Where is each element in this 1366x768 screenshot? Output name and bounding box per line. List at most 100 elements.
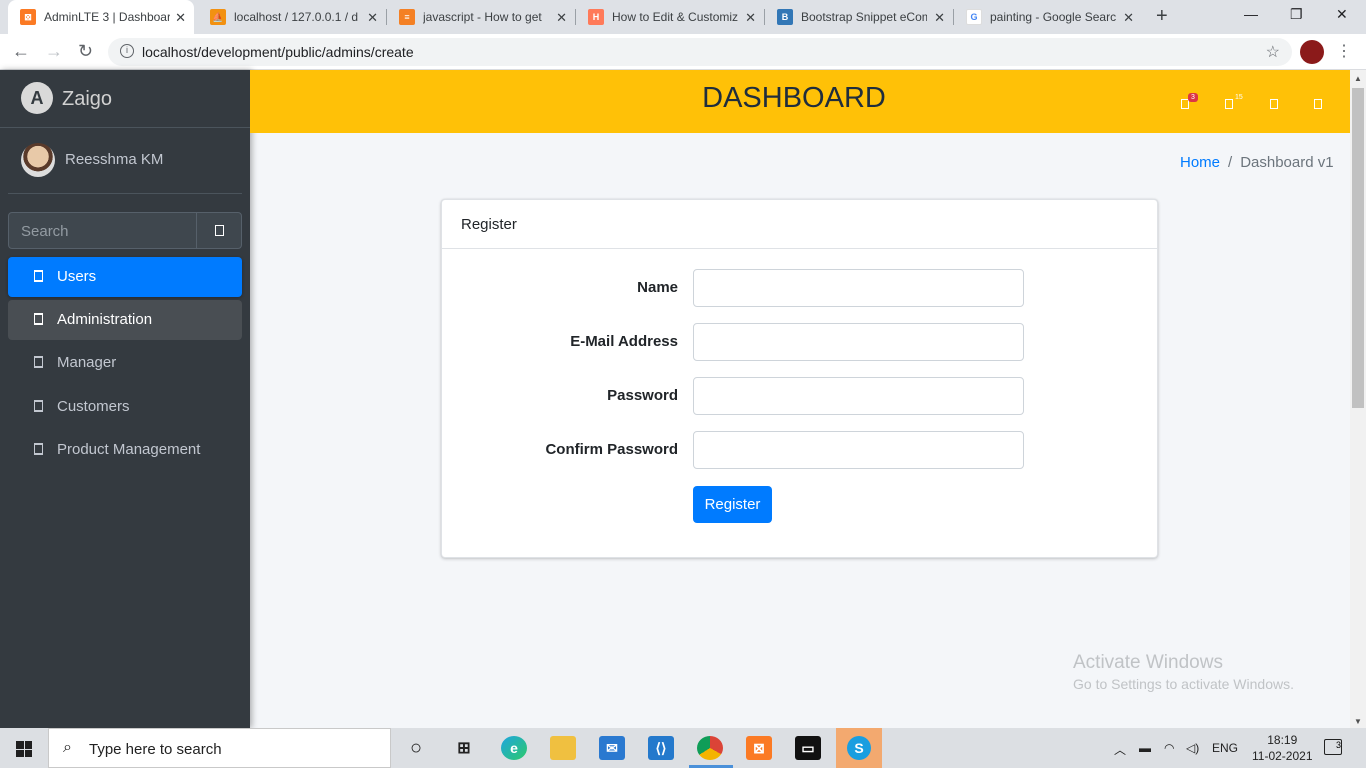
wifi-icon[interactable]: ◠: [1164, 741, 1174, 755]
tab-title: How to Edit & Customiz: [612, 10, 738, 24]
browser-tab[interactable]: H How to Edit & Customiz ✕: [576, 0, 764, 34]
browser-tab[interactable]: B Bootstrap Snippet eCom ✕: [765, 0, 953, 34]
bootsnipp-icon: B: [777, 9, 793, 25]
password-field[interactable]: [693, 377, 1024, 415]
password-label: Password: [607, 387, 678, 404]
info-icon[interactable]: i: [120, 44, 134, 58]
new-tab-icon[interactable]: +: [1156, 5, 1168, 28]
control-sidebar-button[interactable]: [1314, 96, 1322, 114]
skype-button[interactable]: S: [836, 728, 882, 768]
forward-icon[interactable]: →: [45, 41, 63, 62]
chevron-left-icon: [34, 313, 43, 324]
messages-badge: 15: [1235, 94, 1243, 101]
name-field[interactable]: [693, 269, 1024, 307]
name-label: Name: [637, 279, 678, 296]
taskbar-search-input[interactable]: Type here to search: [89, 741, 222, 758]
close-icon[interactable]: ✕: [175, 10, 186, 26]
browser-tab-bar: ⊠ AdminLTE 3 | Dashboard ✕ ⛵ localhost /…: [0, 0, 1366, 34]
breadcrumb-current: Dashboard v1: [1240, 154, 1334, 171]
register-button[interactable]: Register: [693, 486, 772, 523]
th-large-icon: [1314, 99, 1322, 109]
chrome-icon[interactable]: [697, 736, 723, 760]
browser-tab[interactable]: ⛵ localhost / 127.0.0.1 / d ✕: [198, 0, 386, 34]
page-scrollbar[interactable]: ▲ ▼: [1350, 70, 1366, 728]
address-bar: ← → ↻ i localhost/development/public/adm…: [0, 34, 1366, 70]
profile-avatar-icon[interactable]: [1300, 40, 1324, 64]
language-indicator[interactable]: ENG: [1212, 741, 1238, 755]
activate-windows-watermark: Activate Windows Go to Settings to activ…: [1073, 652, 1294, 692]
windows-start-icon[interactable]: [16, 741, 32, 757]
window-close-icon[interactable]: ✕: [1336, 6, 1348, 23]
sidebar-search-input[interactable]: Search: [21, 223, 69, 240]
browser-menu-icon[interactable]: ⋮: [1336, 41, 1352, 61]
sidebar-item-label: Product Management: [57, 441, 201, 458]
reload-icon[interactable]: ↻: [78, 41, 93, 62]
sidebar-item-customers[interactable]: Customers: [8, 387, 242, 427]
scrollbar-thumb[interactable]: [1352, 88, 1364, 408]
confirm-password-row: Confirm Password: [442, 431, 1159, 469]
notifications-button[interactable]: 3: [1181, 93, 1198, 114]
confirm-password-label: Confirm Password: [545, 441, 678, 458]
close-icon[interactable]: ✕: [367, 10, 378, 26]
name-row: Name: [442, 269, 1159, 307]
browser-tab[interactable]: ≡ javascript - How to get ✕: [387, 0, 575, 34]
chevron-left-icon: [34, 356, 43, 367]
bookmark-star-icon[interactable]: ☆: [1266, 42, 1280, 62]
browser-tab[interactable]: G painting - Google Searc ✕: [954, 0, 1142, 34]
close-icon[interactable]: ✕: [934, 10, 945, 26]
card-header: Register: [442, 200, 1157, 249]
messages-button[interactable]: 15: [1225, 94, 1243, 114]
action-center-badge: 3: [1335, 740, 1341, 750]
search-button[interactable]: [196, 213, 241, 248]
url-field[interactable]: i localhost/development/public/admins/cr…: [108, 38, 1292, 66]
email-field[interactable]: [693, 323, 1024, 361]
back-icon[interactable]: ←: [12, 41, 30, 62]
task-view-icon[interactable]: ⊞: [451, 736, 477, 760]
tray-chevron-up-icon[interactable]: ︿: [1114, 741, 1126, 758]
watermark-subtitle: Go to Settings to activate Windows.: [1073, 676, 1294, 692]
scroll-up-icon[interactable]: ▲: [1354, 74, 1362, 83]
system-clock[interactable]: 18:19 11-02-2021: [1252, 732, 1313, 764]
file-explorer-icon[interactable]: [550, 736, 576, 760]
sidebar-item-label: Administration: [57, 311, 153, 328]
notification-badge: 3: [1188, 93, 1198, 102]
action-center-icon[interactable]: 3: [1324, 739, 1342, 755]
sidebar-item-label: Customers: [57, 398, 130, 415]
breadcrumb-separator: /: [1228, 154, 1233, 171]
top-navbar: DASHBOARD 3 15: [250, 70, 1350, 133]
edge-icon[interactable]: e: [501, 736, 527, 760]
brand-link[interactable]: A Zaigo: [0, 70, 250, 128]
user-panel[interactable]: Reesshma KM: [8, 128, 242, 194]
brand-name: Zaigo: [62, 88, 113, 110]
volume-icon[interactable]: ◁): [1186, 741, 1199, 755]
restore-icon[interactable]: ❐: [1290, 6, 1303, 23]
sidebar-item-product-management[interactable]: Product Management: [8, 430, 242, 470]
email-label: E-Mail Address: [570, 333, 678, 350]
cortana-icon[interactable]: ○: [403, 736, 429, 760]
browser-tab[interactable]: ⊠ AdminLTE 3 | Dashboard ✕: [8, 0, 194, 34]
close-icon[interactable]: ✕: [556, 10, 567, 26]
password-row: Password: [442, 377, 1159, 415]
sidebar-search: Search: [8, 212, 242, 249]
mail-icon[interactable]: ✉: [599, 736, 625, 760]
scroll-down-icon[interactable]: ▼: [1354, 717, 1362, 726]
fullscreen-button[interactable]: [1270, 96, 1278, 114]
brand-logo-icon: A: [21, 82, 53, 114]
email-row: E-Mail Address: [442, 323, 1159, 361]
close-icon[interactable]: ✕: [1123, 10, 1134, 26]
clock-date: 11-02-2021: [1252, 749, 1313, 763]
close-icon[interactable]: ✕: [745, 10, 756, 26]
sidebar-item-label: Manager: [57, 354, 117, 371]
tab-title: localhost / 127.0.0.1 / d: [234, 10, 359, 24]
terminal-icon[interactable]: ▭: [795, 736, 821, 760]
xampp-icon[interactable]: ⊠: [746, 736, 772, 760]
taskbar-search[interactable]: ⌕ Type here to search: [48, 728, 391, 768]
sidebar-item-manager[interactable]: Manager: [8, 343, 242, 383]
breadcrumb-home-link[interactable]: Home: [1180, 154, 1220, 171]
vscode-icon[interactable]: ⟨⟩: [648, 736, 674, 760]
confirm-password-field[interactable]: [693, 431, 1024, 469]
minimize-icon[interactable]: —: [1244, 6, 1258, 22]
battery-icon[interactable]: ▬: [1139, 741, 1151, 755]
sidebar-item-administration[interactable]: Administration: [8, 300, 242, 340]
sidebar-item-users[interactable]: Users: [8, 257, 242, 297]
